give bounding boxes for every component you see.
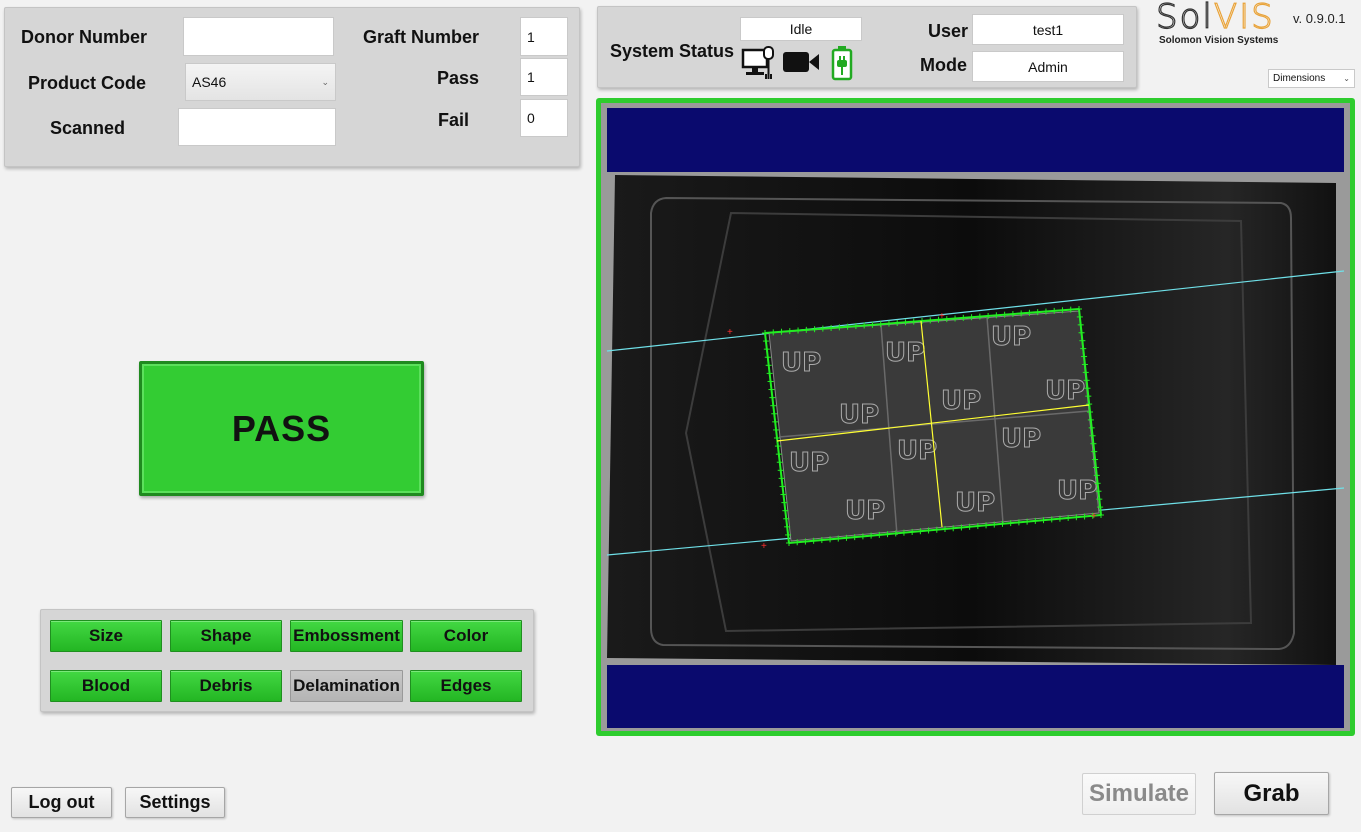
graft-body	[768, 310, 1100, 542]
graft-number-label: Graft Number	[363, 27, 480, 47]
svg-text:UP: UP	[839, 400, 879, 430]
svg-text:UP: UP	[1057, 476, 1097, 506]
graft-image: UP UP UP UP UP UP UP UP UP UP UP UP + + …	[606, 108, 1345, 728]
svg-text:+: +	[727, 327, 733, 338]
system-status-label: System Status	[610, 41, 735, 61]
svg-text:+: +	[1091, 511, 1097, 522]
scanned-field[interactable]	[178, 108, 336, 146]
simulate-button[interactable]: Simulate	[1082, 773, 1196, 815]
inspection-image-frame: UP UP UP UP UP UP UP UP UP UP UP UP + + …	[596, 98, 1355, 736]
svg-text:UP: UP	[991, 322, 1031, 352]
logo-subtitle: Solomon Vision Systems	[1159, 35, 1279, 46]
settings-button[interactable]: Settings	[125, 787, 225, 818]
svg-text:+: +	[761, 541, 767, 552]
view-mode-value: Dimensions	[1273, 73, 1326, 84]
fail-count-field[interactable]: 0	[520, 99, 568, 137]
category-color[interactable]: Color	[410, 620, 522, 652]
svg-text:UP: UP	[1045, 376, 1085, 406]
fail-count-label: Fail	[438, 110, 470, 130]
result-indicator: PASS	[139, 361, 424, 496]
donor-number-label: Donor Number	[21, 27, 147, 47]
pass-count-field[interactable]: 1	[520, 58, 568, 96]
donor-number-field[interactable]	[183, 17, 334, 56]
category-embossment[interactable]: Embossment	[290, 620, 403, 652]
battery-icon	[831, 45, 853, 81]
category-edges[interactable]: Edges	[410, 670, 522, 702]
chevron-down-icon: ⌄	[321, 76, 329, 87]
svg-text:+: +	[939, 311, 945, 322]
svg-text:UP: UP	[885, 338, 925, 368]
svg-text:UP: UP	[955, 488, 995, 518]
user-field: test1	[972, 14, 1124, 45]
category-delamination[interactable]: Delamination	[290, 670, 403, 702]
svg-text:UP: UP	[1001, 424, 1041, 454]
category-debris[interactable]: Debris	[170, 670, 282, 702]
graft-number-field[interactable]: 1	[520, 17, 568, 56]
product-code-select[interactable]: AS46 ⌄	[185, 63, 336, 101]
category-size[interactable]: Size	[50, 620, 162, 652]
category-shape[interactable]: Shape	[170, 620, 282, 652]
camera-icon	[782, 49, 820, 75]
view-mode-select[interactable]: Dimensions ⌄	[1268, 69, 1355, 88]
image-canvas[interactable]: UP UP UP UP UP UP UP UP UP UP UP UP + + …	[601, 103, 1350, 731]
svg-text:UP: UP	[897, 436, 937, 466]
svg-text:UP: UP	[789, 448, 829, 478]
chevron-down-icon: ⌄	[1343, 74, 1350, 83]
grab-button[interactable]: Grab	[1214, 772, 1329, 815]
top-band	[607, 108, 1344, 172]
version-text: v. 0.9.0.1	[1293, 11, 1346, 26]
solvis-logo: SolVIS Solomon Vision Systems	[1155, 0, 1286, 48]
logo-sol-text: Sol	[1155, 0, 1214, 37]
system-status-panel: System Status Idle User test1 Mode Admin	[597, 6, 1137, 88]
scanned-label: Scanned	[50, 118, 126, 138]
product-code-label: Product Code	[28, 73, 147, 93]
logo-vis-text: VIS	[1213, 0, 1275, 37]
category-blood[interactable]: Blood	[50, 670, 162, 702]
bottom-band	[607, 665, 1344, 728]
pass-count-label: Pass	[437, 68, 480, 88]
product-code-value: AS46	[192, 74, 227, 90]
mode-field: Admin	[972, 51, 1124, 82]
svg-text:UP: UP	[941, 386, 981, 416]
svg-text:UP: UP	[845, 496, 885, 526]
svg-text:UP: UP	[781, 348, 821, 378]
donor-info-panel: Donor Number Product Code AS46 ⌄ Scanned…	[4, 7, 580, 167]
computer-icon	[741, 46, 775, 80]
inspection-categories-panel: Size Shape Embossment Color Blood Debris…	[40, 609, 534, 712]
logout-button[interactable]: Log out	[11, 787, 112, 818]
mode-label: Mode	[920, 55, 967, 75]
system-state-field: Idle	[740, 17, 862, 41]
user-label: User	[928, 21, 969, 41]
